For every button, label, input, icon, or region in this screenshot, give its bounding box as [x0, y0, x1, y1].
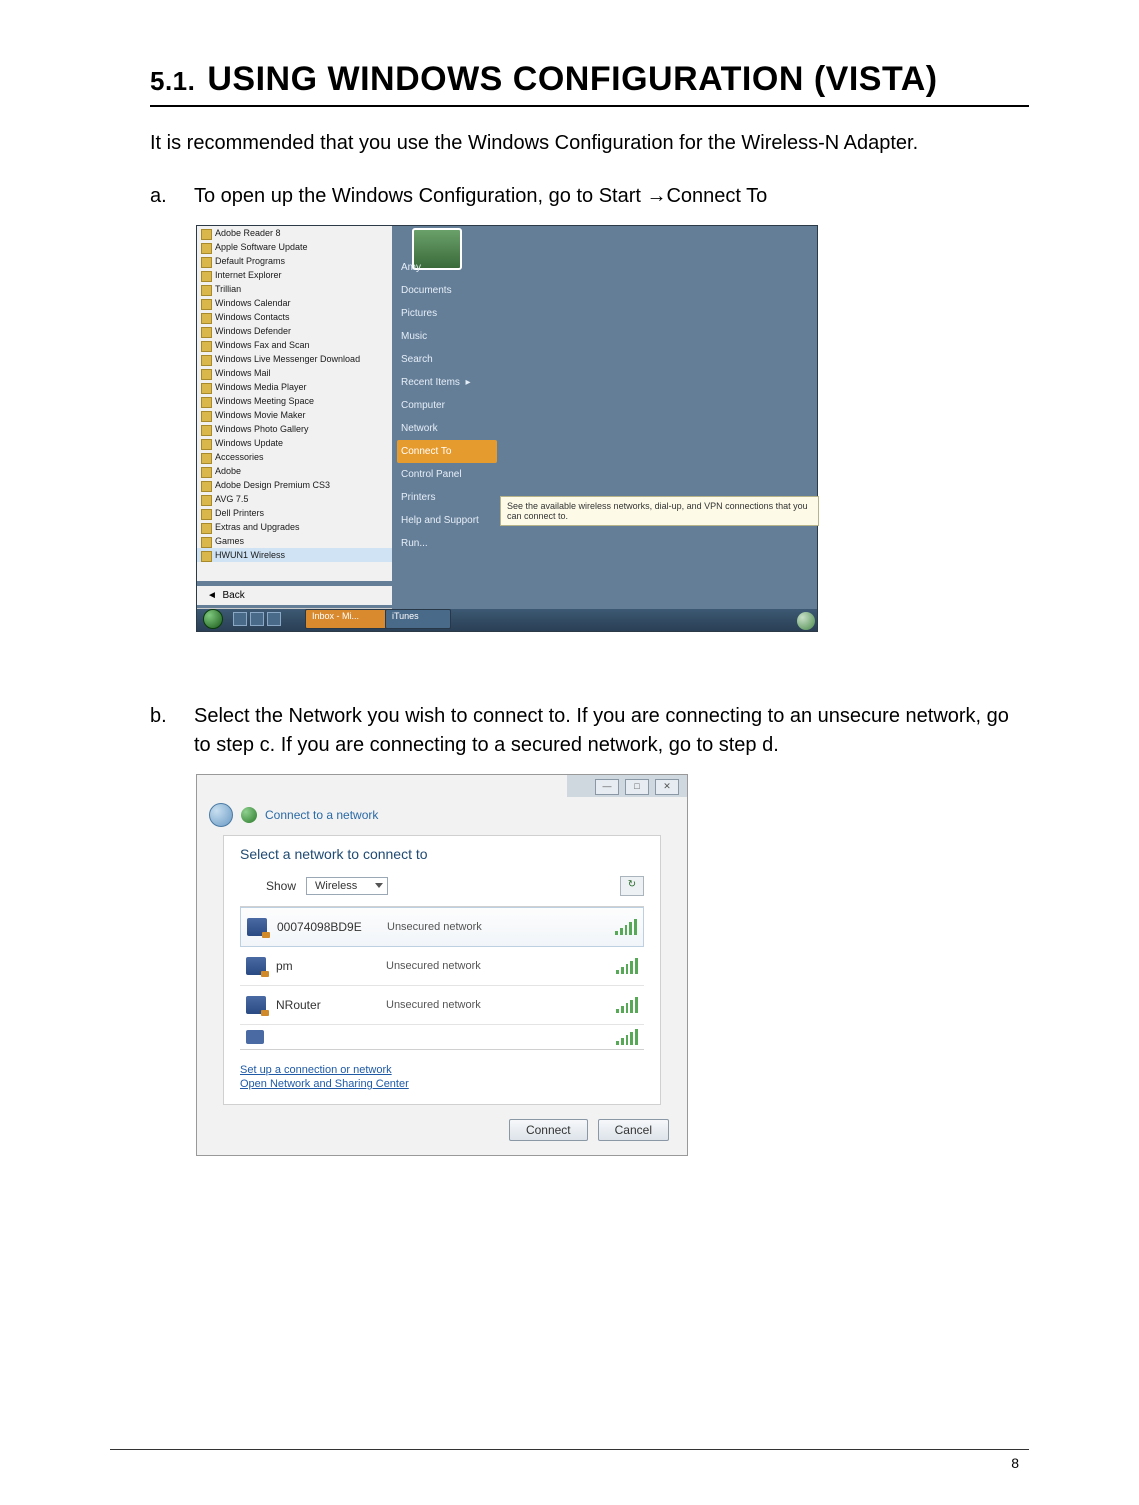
program-item[interactable]: Windows Meeting Space [197, 394, 392, 408]
network-adapter-icon [246, 1030, 264, 1044]
program-item[interactable]: Default Programs [197, 254, 392, 268]
footer-rule [110, 1449, 1029, 1450]
step-a-letter: a. [150, 182, 194, 211]
minimize-button[interactable]: — [595, 779, 619, 795]
dialog-buttons: Connect Cancel [509, 1119, 669, 1141]
taskbar: Inbox - Mi... iTunes [197, 609, 817, 631]
computer-link[interactable]: Computer [397, 394, 497, 417]
program-item[interactable]: Apple Software Update [197, 240, 392, 254]
step-a-text: To open up the Windows Configuration, go… [194, 182, 1029, 211]
program-item-selected[interactable]: HWUN1 Wireless [197, 548, 392, 562]
pictures-link[interactable]: Pictures [397, 302, 497, 325]
breadcrumb: Connect to a network [209, 803, 378, 827]
start-menu-right-column: Amy Documents Pictures Music Search Rece… [397, 256, 497, 555]
program-item[interactable]: Trillian [197, 282, 392, 296]
program-item[interactable]: Windows Live Messenger Download [197, 352, 392, 366]
connect-to-tooltip: See the available wireless networks, dia… [500, 496, 819, 526]
back-nav-icon[interactable] [209, 803, 233, 827]
signal-bars-icon [616, 997, 638, 1013]
program-item[interactable]: Dell Printers [197, 506, 392, 520]
tray-clock-icon[interactable] [797, 612, 815, 630]
program-item[interactable]: Adobe Reader 8 [197, 226, 392, 240]
run-link[interactable]: Run... [397, 532, 497, 555]
start-orb-icon[interactable] [203, 609, 223, 629]
quick-launch-icons[interactable] [227, 611, 297, 629]
network-row[interactable]: pm Unsecured network [240, 947, 644, 986]
network-row-partial[interactable] [240, 1025, 644, 1049]
step-b-text: Select the Network you wish to connect t… [194, 702, 1029, 760]
open-network-center-link[interactable]: Open Network and Sharing Center [240, 1078, 644, 1090]
program-item[interactable]: Internet Explorer [197, 268, 392, 282]
back-button[interactable]: ◄ Back [197, 586, 392, 605]
network-security: Unsecured network [386, 960, 616, 972]
cancel-button[interactable]: Cancel [598, 1119, 669, 1141]
taskbar-item-inbox[interactable]: Inbox - Mi... [305, 609, 389, 629]
network-name: NRouter [276, 998, 386, 1012]
network-link[interactable]: Network [397, 417, 497, 440]
section-heading: 5.1. USING WINDOWS CONFIGURATION (VISTA) [150, 60, 1029, 107]
program-item[interactable]: Windows Contacts [197, 310, 392, 324]
program-item[interactable]: Windows Calendar [197, 296, 392, 310]
program-item[interactable]: Windows Photo Gallery [197, 422, 392, 436]
help-support-link[interactable]: Help and Support [397, 509, 497, 532]
intro-paragraph: It is recommended that you use the Windo… [150, 129, 1029, 158]
program-item[interactable]: AVG 7.5 [197, 492, 392, 506]
show-filter-dropdown[interactable]: Wireless [306, 877, 388, 895]
signal-bars-icon [615, 919, 637, 935]
section-number: 5.1. [150, 66, 195, 96]
breadcrumb-text: Connect to a network [265, 808, 378, 822]
program-item[interactable]: Adobe [197, 464, 392, 478]
connect-to-link[interactable]: Connect To [397, 440, 497, 463]
control-panel-link[interactable]: Control Panel [397, 463, 497, 486]
step-b-letter: b. [150, 702, 194, 760]
section-title: USING WINDOWS CONFIGURATION (VISTA) [207, 60, 937, 98]
taskbar-item-itunes[interactable]: iTunes [385, 609, 451, 629]
recent-items-link[interactable]: Recent Items ▸ [397, 371, 497, 394]
window-controls: — □ ✕ [595, 779, 679, 795]
network-name: pm [276, 959, 386, 973]
network-security: Unsecured network [386, 999, 616, 1011]
page-number: 8 [1011, 1455, 1019, 1471]
music-link[interactable]: Music [397, 325, 497, 348]
network-security: Unsecured network [387, 921, 615, 933]
step-b: b. Select the Network you wish to connec… [150, 702, 1029, 760]
start-menu-programs-panel: Adobe Reader 8 Apple Software Update Def… [197, 226, 392, 581]
setup-connection-link[interactable]: Set up a connection or network [240, 1064, 644, 1076]
user-name[interactable]: Amy [397, 256, 497, 279]
signal-bars-icon [616, 958, 638, 974]
program-item[interactable]: Windows Movie Maker [197, 408, 392, 422]
back-label: Back [222, 590, 244, 601]
dialog-title: Select a network to connect to [240, 846, 644, 862]
network-name: 00074098BD9E [277, 920, 387, 934]
network-adapter-icon [246, 957, 266, 975]
refresh-button[interactable]: ↻ [620, 876, 644, 896]
program-item[interactable]: Windows Mail [197, 366, 392, 380]
maximize-button[interactable]: □ [625, 779, 649, 795]
step-a: a. To open up the Windows Configuration,… [150, 182, 1029, 211]
close-button[interactable]: ✕ [655, 779, 679, 795]
search-link[interactable]: Search [397, 348, 497, 371]
network-row[interactable]: NRouter Unsecured network [240, 986, 644, 1025]
program-item[interactable]: Windows Media Player [197, 380, 392, 394]
network-globe-icon [241, 807, 257, 823]
documents-link[interactable]: Documents [397, 279, 497, 302]
network-list: 00074098BD9E Unsecured network pm Unsecu… [240, 906, 644, 1050]
program-item[interactable]: Adobe Design Premium CS3 [197, 478, 392, 492]
screenshot-start-menu: Adobe Reader 8 Apple Software Update Def… [196, 225, 818, 632]
program-item[interactable]: Windows Fax and Scan [197, 338, 392, 352]
program-item[interactable]: Accessories [197, 450, 392, 464]
show-label: Show [266, 879, 296, 893]
printers-link[interactable]: Printers [397, 486, 497, 509]
program-item[interactable]: Windows Defender [197, 324, 392, 338]
network-adapter-icon [246, 996, 266, 1014]
signal-bars-icon [616, 1029, 638, 1045]
program-item[interactable]: Extras and Upgrades [197, 520, 392, 534]
program-item[interactable]: Games [197, 534, 392, 548]
screenshot-connect-dialog: — □ ✕ Connect to a network Select a netw… [196, 774, 688, 1156]
connect-button[interactable]: Connect [509, 1119, 588, 1141]
network-adapter-icon [247, 918, 267, 936]
program-item[interactable]: Windows Update [197, 436, 392, 450]
network-row[interactable]: 00074098BD9E Unsecured network [240, 907, 644, 947]
dialog-content-panel: Select a network to connect to Show Wire… [223, 835, 661, 1105]
